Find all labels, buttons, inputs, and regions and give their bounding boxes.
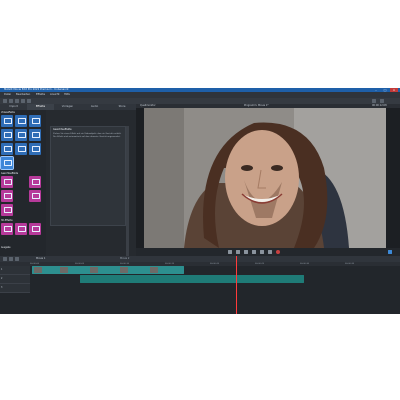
face-icon [32, 193, 40, 199]
skip-forward-icon[interactable] [268, 250, 272, 254]
undo-icon[interactable] [21, 99, 25, 103]
bottom-label: Ausgabe [1, 246, 11, 249]
track-number: 1 [1, 268, 3, 271]
ruler-tick: 00:00:30 [300, 263, 309, 265]
redo-icon[interactable] [27, 99, 31, 103]
export-icon[interactable] [372, 99, 376, 103]
open-icon[interactable] [9, 99, 13, 103]
skip-back-icon[interactable] [228, 250, 232, 254]
face-effect-tile-2[interactable] [29, 176, 41, 188]
face-effect-video-image [144, 108, 386, 248]
video-clip[interactable] [32, 266, 184, 274]
record-icon[interactable] [276, 250, 280, 254]
new-icon[interactable] [3, 99, 7, 103]
video-editor-window: MAGIX Movie Edit Pro 2022 Premium - Unbe… [0, 88, 400, 314]
speed-icon [18, 132, 26, 138]
clip-thumbnail [120, 267, 128, 273]
effect-tile-sharpness[interactable] [29, 115, 41, 127]
face-effect-tile-5[interactable] [1, 204, 13, 216]
info-panel-title: Gesichtseffekte [53, 128, 72, 131]
effect-tile-color[interactable] [15, 115, 27, 127]
clip-thumbnail [150, 267, 158, 273]
tab-store[interactable]: Store [108, 104, 136, 110]
section-video-effects: Videoeffekte [1, 111, 15, 114]
face-icon [4, 179, 12, 185]
preview-monitor: Quellmonitor Programm: Movie 1* 00:00:12… [136, 104, 400, 256]
track-header-1[interactable]: 1 [0, 266, 30, 275]
timeline: Movie 1 Movie 2 00:00:00 00:00:05 00:00:… [0, 256, 400, 314]
cube-icon [4, 226, 12, 232]
effect-tile-3d-2[interactable] [15, 223, 27, 235]
brightness-icon [4, 118, 12, 124]
effect-tile-speed[interactable] [15, 129, 27, 141]
delete-icon[interactable] [15, 257, 19, 261]
track-header-2[interactable]: 2 [0, 275, 30, 284]
track-header-3[interactable]: 3 [0, 284, 30, 293]
tab-templates[interactable]: Vorlagen [54, 104, 81, 110]
track-number: 2 [1, 277, 3, 280]
sharpness-icon [32, 118, 40, 124]
settings-icon[interactable] [380, 99, 384, 103]
fullscreen-icon[interactable] [388, 250, 392, 254]
effect-tile-zoom[interactable] [29, 129, 41, 141]
face-icon [4, 193, 12, 199]
effect-tile-mask[interactable] [29, 143, 41, 155]
rewind-icon[interactable] [236, 250, 240, 254]
effect-info-panel: Gesichtseffekte Ziehen Sie einen Effekt … [50, 126, 126, 226]
mouse-mode-icon[interactable] [3, 257, 7, 261]
color-icon [18, 118, 26, 124]
face-icon [4, 160, 12, 166]
effect-tile-motion[interactable] [15, 143, 27, 155]
effect-tile-brightness[interactable] [1, 115, 13, 127]
stabilize-icon [4, 132, 12, 138]
media-pool: Import Effekte Vorlagen Audio Store Vide… [0, 104, 136, 256]
cube-icon [32, 226, 40, 232]
video-frame[interactable] [144, 108, 386, 248]
media-pool-scrollbar[interactable] [126, 126, 129, 256]
playhead[interactable] [236, 256, 237, 314]
effect-tile-crop[interactable] [1, 143, 13, 155]
face-effect-tile-4[interactable] [29, 190, 41, 202]
clip-thumbnail [60, 267, 68, 273]
tab-audio[interactable]: Audio [81, 104, 108, 110]
cut-icon[interactable] [9, 257, 13, 261]
ruler-tick: 00:00:25 [255, 263, 264, 265]
transport-controls [136, 248, 400, 256]
effect-tile-selected[interactable] [0, 156, 14, 170]
motion-icon [18, 146, 26, 152]
section-face-effects: Gesichtseffekte [1, 172, 19, 175]
track-number: 3 [1, 286, 3, 289]
clip-thumbnail [34, 267, 42, 273]
section-3d-effects: 3D-Effekte [1, 219, 13, 222]
zoom-icon [32, 132, 40, 138]
crop-icon [4, 146, 12, 152]
clip-thumbnail [90, 267, 98, 273]
effect-tile-stabilize[interactable] [1, 129, 13, 141]
fast-forward-icon[interactable] [260, 250, 264, 254]
mask-icon [32, 146, 40, 152]
ruler-tick: 00:00:35 [345, 263, 354, 265]
effect-tile-3d-1[interactable] [1, 223, 13, 235]
face-effect-tile-1[interactable] [1, 176, 13, 188]
face-icon [4, 207, 12, 213]
info-panel-text: Ziehen Sie einen Effekt auf ein Videoobj… [53, 133, 122, 138]
save-icon[interactable] [15, 99, 19, 103]
stop-icon[interactable] [252, 250, 256, 254]
play-icon[interactable] [244, 250, 248, 254]
effect-tile-3d-3[interactable] [29, 223, 41, 235]
effect-tiles: Videoeffekte Gesichtseffekte 3D-Effekte … [0, 110, 46, 256]
cube-icon [18, 226, 26, 232]
ruler-tick: 00:00:20 [210, 263, 219, 265]
face-effect-tile-3[interactable] [1, 190, 13, 202]
face-icon [32, 179, 40, 185]
audio-clip[interactable] [80, 275, 304, 283]
